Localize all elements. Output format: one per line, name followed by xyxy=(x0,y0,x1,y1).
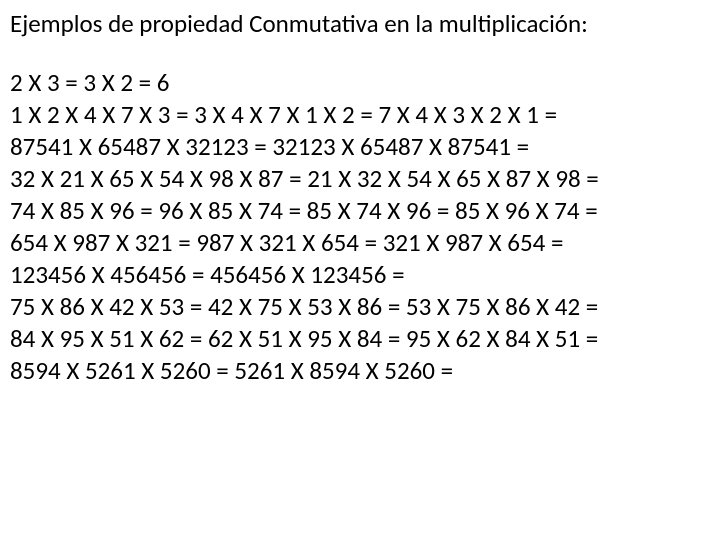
heading: Ejemplos de propiedad Conmutativa en la … xyxy=(10,8,710,41)
example-line: 87541 X 65487 X 32123 = 32123 X 65487 X … xyxy=(10,131,710,163)
example-line: 654 X 987 X 321 = 987 X 321 X 654 = 321 … xyxy=(10,227,710,259)
document-page: Ejemplos de propiedad Conmutativa en la … xyxy=(0,0,720,395)
example-line: 74 X 85 X 96 = 96 X 85 X 74 = 85 X 74 X … xyxy=(10,195,710,227)
example-line: 2 X 3 = 3 X 2 = 6 xyxy=(10,67,710,99)
example-line: 123456 X 456456 = 456456 X 123456 = xyxy=(10,259,710,291)
example-line: 1 X 2 X 4 X 7 X 3 = 3 X 4 X 7 X 1 X 2 = … xyxy=(10,99,710,131)
example-line: 32 X 21 X 65 X 54 X 98 X 87 = 21 X 32 X … xyxy=(10,163,710,195)
example-line: 84 X 95 X 51 X 62 = 62 X 51 X 95 X 84 = … xyxy=(10,323,710,355)
example-list: 2 X 3 = 3 X 2 = 6 1 X 2 X 4 X 7 X 3 = 3 … xyxy=(10,67,710,387)
example-line: 75 X 86 X 42 X 53 = 42 X 75 X 53 X 86 = … xyxy=(10,291,710,323)
example-line: 8594 X 5261 X 5260 = 5261 X 8594 X 5260 … xyxy=(10,355,710,387)
